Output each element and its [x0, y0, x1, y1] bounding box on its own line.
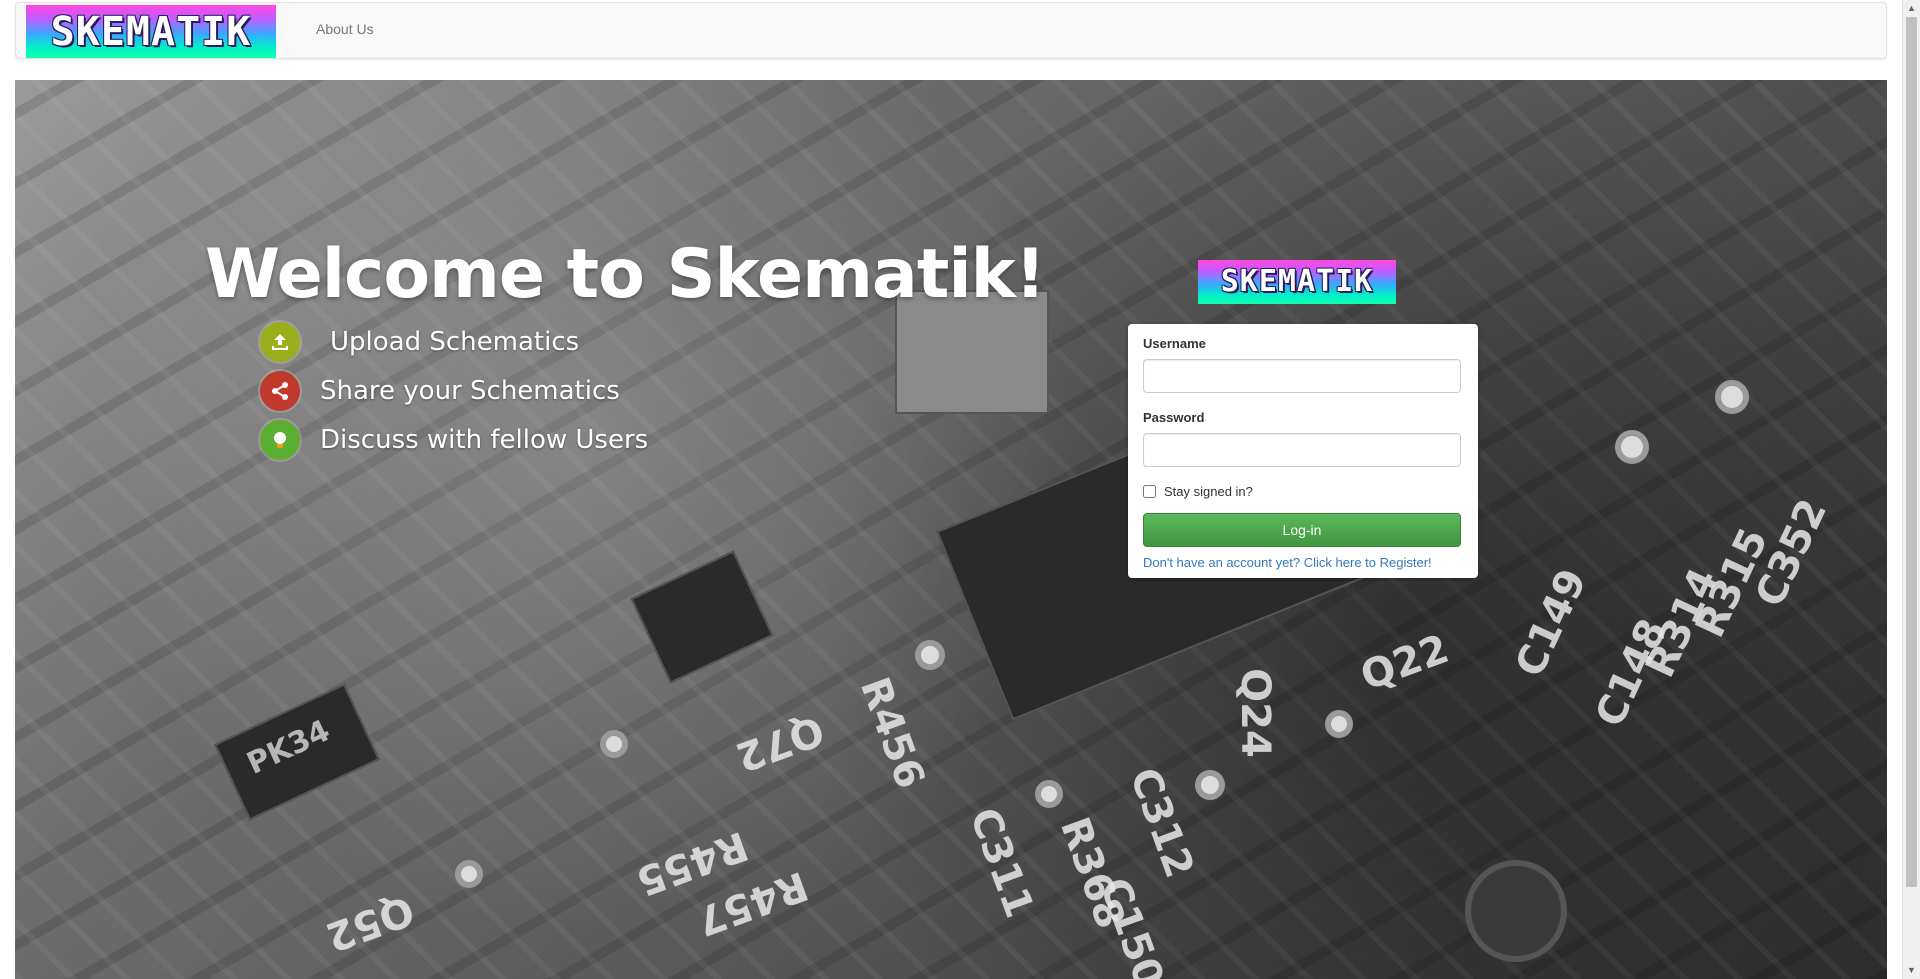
brand-logo-text: SKEMATIK: [50, 8, 252, 55]
upload-icon: [260, 322, 300, 362]
login-panel: Username Password Stay signed in? Log-in…: [1128, 324, 1478, 578]
solder-pad: [455, 860, 483, 888]
silkscreen-label: R456: [850, 671, 934, 795]
transistor-chip: [630, 550, 774, 684]
stay-signed-in: Stay signed in?: [1143, 484, 1253, 499]
username-label: Username: [1143, 336, 1206, 351]
login-button[interactable]: Log-in: [1143, 513, 1461, 547]
silkscreen-label: C311: [960, 802, 1043, 924]
feature-upload-label: Upload Schematics: [330, 327, 580, 357]
share-icon: [260, 371, 300, 411]
password-label: Password: [1143, 410, 1205, 425]
top-navbar: SKEMATIK About Us: [15, 2, 1887, 59]
stay-signed-in-label: Stay signed in?: [1164, 484, 1253, 499]
solder-pad: [1615, 430, 1649, 464]
hero-background: C352 R315 R314 C148 C149 Q22 Q24 Q72 R45…: [15, 80, 1887, 979]
lightbulb-icon: [260, 420, 300, 460]
solder-pad: [915, 640, 945, 670]
feature-discuss: Discuss with fellow Users: [260, 420, 648, 460]
silkscreen-label: C149: [1506, 562, 1597, 684]
silkscreen-label: C312: [1120, 762, 1203, 884]
brand-logo[interactable]: SKEMATIK: [26, 5, 276, 58]
welcome-heading: Welcome to Skematik!: [205, 235, 1046, 314]
password-input[interactable]: [1143, 433, 1461, 467]
stay-signed-in-checkbox[interactable]: [1143, 485, 1156, 498]
solder-pad: [600, 730, 628, 758]
login-logo: SKEMATIK: [1198, 260, 1396, 304]
nav-link-about[interactable]: About Us: [316, 21, 374, 37]
register-link[interactable]: Don't have an account yet? Click here to…: [1143, 555, 1432, 570]
silkscreen-label: Q22: [1354, 626, 1455, 700]
via-pad: [1465, 860, 1567, 962]
solder-pad: [1325, 710, 1353, 738]
feature-share: Share your Schematics: [260, 371, 620, 411]
scroll-down-arrow-icon[interactable]: ▼: [1903, 962, 1920, 979]
silkscreen-label: Q52: [319, 886, 420, 960]
scroll-up-arrow-icon[interactable]: ▲: [1903, 0, 1920, 17]
scroll-thumb[interactable]: [1906, 17, 1917, 887]
vertical-scrollbar[interactable]: ▲ ▼: [1902, 0, 1920, 979]
solder-pad: [1195, 770, 1225, 800]
solder-pad: [1715, 380, 1749, 414]
solder-pad: [1035, 780, 1063, 808]
feature-share-label: Share your Schematics: [320, 376, 620, 406]
username-input[interactable]: [1143, 359, 1461, 393]
silkscreen-label: Q72: [729, 706, 830, 780]
login-logo-text: SKEMATIK: [1220, 264, 1374, 299]
feature-discuss-label: Discuss with fellow Users: [320, 425, 649, 455]
silkscreen-label: Q24: [1231, 668, 1278, 758]
feature-upload: Upload Schematics: [260, 322, 579, 362]
